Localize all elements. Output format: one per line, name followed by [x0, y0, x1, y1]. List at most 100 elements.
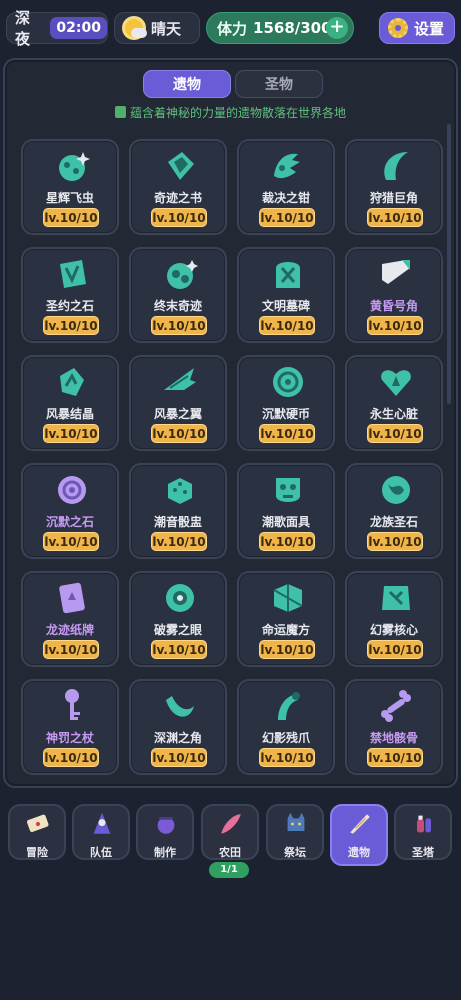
relic-card[interactable]: 沉默之石 lv.10/10: [21, 463, 119, 559]
relic-card[interactable]: 圣约之石 lv.10/10: [21, 247, 119, 343]
coin-icon: [268, 362, 308, 402]
gear-icon: [388, 18, 408, 38]
cat-icon: [282, 810, 310, 838]
cube-icon: [268, 578, 308, 618]
swirl-orb-icon: [160, 254, 200, 294]
shell-icon: [346, 810, 374, 838]
tombstone-icon: [268, 254, 308, 294]
relic-card[interactable]: 风暴结晶 lv.10/10: [21, 355, 119, 451]
relic-name: 神罚之杖: [45, 731, 94, 745]
relic-card[interactable]: 黄昏号角 lv.10/10: [345, 247, 443, 343]
dragon-stone-icon: [376, 470, 416, 510]
crystal-icon: [52, 362, 92, 402]
nav-item[interactable]: 遗物: [330, 804, 388, 866]
bone-icon: [376, 686, 416, 726]
time-value: 02:00: [50, 17, 107, 39]
stamina-display: 体力 1568/300 +: [206, 12, 354, 44]
plus-icon[interactable]: +: [326, 17, 348, 39]
heart-icon: [376, 362, 416, 402]
relic-level-badge: lv.10/10: [367, 532, 423, 551]
relic-card[interactable]: 风暴之翼 lv.10/10: [129, 355, 227, 451]
relic-card[interactable]: 神罚之杖 lv.10/10: [21, 679, 119, 775]
relic-card[interactable]: 星辉飞虫 lv.10/10: [21, 139, 119, 235]
nav-item[interactable]: 农田: [201, 804, 259, 860]
nav-item[interactable]: 祭坛: [266, 804, 324, 860]
relic-level-badge: lv.10/10: [367, 640, 423, 659]
scroll-map-icon: [24, 810, 52, 838]
nav-label: 祭坛: [284, 846, 306, 859]
relic-name: 命运魔方: [261, 623, 310, 637]
settings-button[interactable]: 设置: [379, 12, 455, 44]
top-bar: 深夜 02:00 晴天 体力 1568/300 + 设置: [0, 0, 461, 54]
relic-level-badge: lv.10/10: [43, 208, 99, 227]
relic-card[interactable]: 深渊之角 lv.10/10: [129, 679, 227, 775]
relic-panel: 遗物 圣物 蕴含着神秘的力量的遗物散落在世界各地 星辉飞虫 lv.10/10 奇迹之…: [3, 58, 458, 788]
relic-name: 龙族圣石: [369, 515, 418, 529]
relic-card[interactable]: 幻影残爪 lv.10/10: [237, 679, 335, 775]
relic-name: 终末奇迹: [153, 299, 202, 313]
nav-item[interactable]: 队伍: [72, 804, 130, 860]
relic-card[interactable]: 沉默硬币 lv.10/10: [237, 355, 335, 451]
stamina-value: 1568/300: [253, 19, 332, 37]
relic-card[interactable]: 裁决之钳 lv.10/10: [237, 139, 335, 235]
relic-card[interactable]: 命运魔方 lv.10/10: [237, 571, 335, 667]
book-icon: [160, 146, 200, 186]
relic-name: 龙迹纸牌: [45, 623, 94, 637]
relic-name: 文明墓碑: [261, 299, 310, 313]
relic-level-badge: lv.10/10: [259, 424, 315, 443]
relic-card[interactable]: 幻雾核心 lv.10/10: [345, 571, 443, 667]
relic-name: 破雾之眼: [153, 623, 202, 637]
relic-name: 黄昏号角: [369, 299, 418, 313]
relic-level-badge: lv.10/10: [259, 748, 315, 767]
horn-icon: [376, 146, 416, 186]
relic-card[interactable]: 龙迹纸牌 lv.10/10: [21, 571, 119, 667]
weather-label: 晴天: [151, 19, 182, 38]
nav-label: 制作: [154, 846, 176, 859]
nav-item[interactable]: 冒险: [8, 804, 66, 860]
relic-level-badge: lv.10/10: [43, 748, 99, 767]
nav-label: 遗物: [348, 846, 370, 859]
nav-item[interactable]: 制作: [136, 804, 194, 860]
war-horn-icon: [376, 254, 416, 294]
rune-stone-icon: [52, 254, 92, 294]
eye-icon: [160, 578, 200, 618]
relic-card[interactable]: 狩猎巨角 lv.10/10: [345, 139, 443, 235]
relic-level-badge: lv.10/10: [367, 748, 423, 767]
mage-icon: [88, 810, 116, 838]
relic-card[interactable]: 文明墓碑 lv.10/10: [237, 247, 335, 343]
relic-card[interactable]: 龙族圣石 lv.10/10: [345, 463, 443, 559]
relic-level-badge: lv.10/10: [259, 316, 315, 335]
relic-level-badge: lv.10/10: [259, 532, 315, 551]
relic-card[interactable]: 潮歌面具 lv.10/10: [237, 463, 335, 559]
beetle-icon: [52, 146, 92, 186]
relic-name: 星辉飞虫: [45, 191, 94, 205]
relic-card[interactable]: 终末奇迹 lv.10/10: [129, 247, 227, 343]
claw-icon: [268, 146, 308, 186]
relic-card[interactable]: 潮音骰盅 lv.10/10: [129, 463, 227, 559]
relic-name: 裁决之钳: [261, 191, 310, 205]
potion-icon: [410, 810, 438, 838]
nav-label: 冒险: [26, 846, 48, 859]
weather-display: 晴天: [114, 12, 200, 44]
relic-level-badge: lv.10/10: [151, 748, 207, 767]
relic-name: 圣约之石: [45, 299, 94, 313]
relic-card[interactable]: 奇迹之书 lv.10/10: [129, 139, 227, 235]
nav-label: 队伍: [90, 846, 112, 859]
relic-level-badge: lv.10/10: [367, 208, 423, 227]
relic-card[interactable]: 永生心脏 lv.10/10: [345, 355, 443, 451]
dice-icon: [160, 470, 200, 510]
cauldron-icon: [152, 810, 180, 838]
spiral-shell-icon: [52, 470, 92, 510]
relic-level-badge: lv.10/10: [151, 640, 207, 659]
relic-name: 风暴结晶: [45, 407, 94, 421]
curved-horn-icon: [160, 686, 200, 726]
mask-icon: [268, 470, 308, 510]
relic-card[interactable]: 禁地骸骨 lv.10/10: [345, 679, 443, 775]
nav-item[interactable]: 圣塔: [394, 804, 452, 860]
relic-card[interactable]: 破雾之眼 lv.10/10: [129, 571, 227, 667]
relic-name: 风暴之翼: [153, 407, 202, 421]
relic-name: 禁地骸骨: [369, 731, 418, 745]
nav-label: 圣塔: [412, 846, 434, 859]
talon-icon: [268, 686, 308, 726]
relic-level-badge: lv.10/10: [43, 640, 99, 659]
